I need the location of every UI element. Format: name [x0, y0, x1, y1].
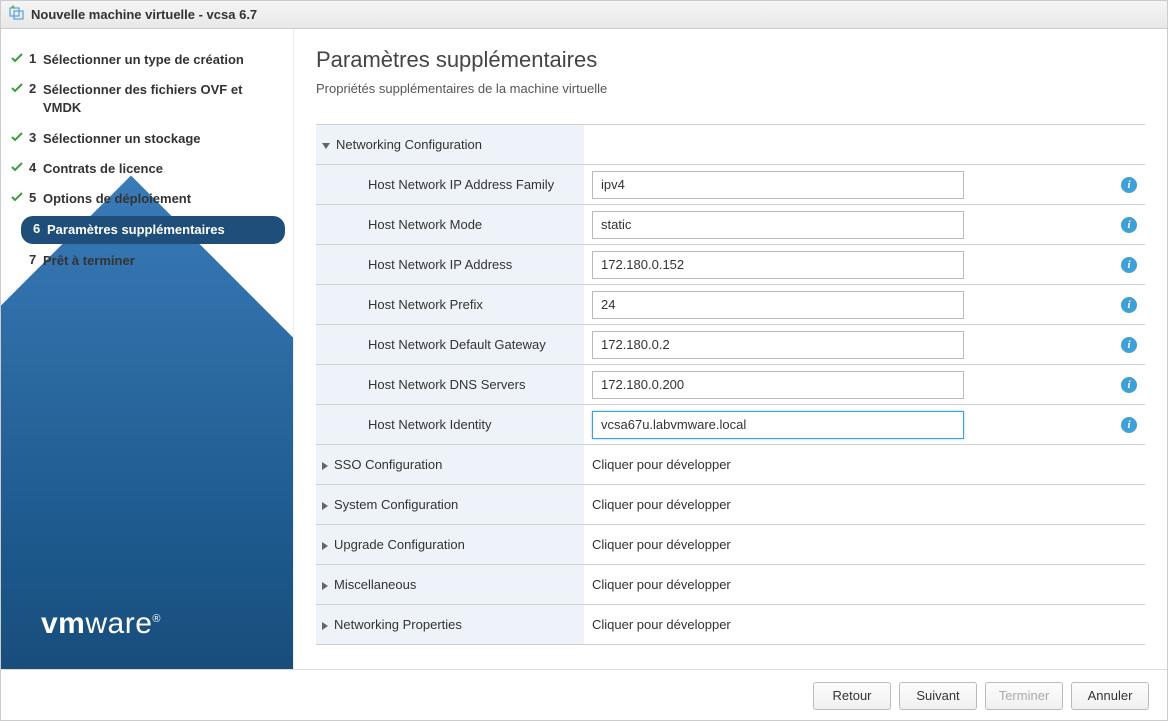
info-icon[interactable]: i — [1121, 257, 1137, 273]
step-5[interactable]: 5 Options de déploiement — [1, 184, 293, 214]
section-label: Miscellaneous — [334, 577, 416, 592]
ip-family-input[interactable] — [592, 171, 964, 199]
finish-button: Terminer — [985, 682, 1063, 710]
step-3[interactable]: 3 Sélectionner un stockage — [1, 124, 293, 154]
page-subtitle: Propriétés supplémentaires de la machine… — [316, 81, 1145, 96]
content-panel: Paramètres supplémentaires Propriétés su… — [293, 29, 1167, 669]
field-label: Host Network Mode — [368, 217, 482, 232]
field-ip-address: Host Network IP Address i — [316, 245, 1145, 285]
step-label: Sélectionner un stockage — [43, 130, 281, 148]
field-network-mode: Host Network Mode i — [316, 205, 1145, 245]
field-label: Host Network DNS Servers — [368, 377, 525, 392]
field-dns-servers: Host Network DNS Servers i — [316, 365, 1145, 405]
step-2[interactable]: 2 Sélectionner des fichiers OVF et VMDK — [1, 75, 293, 123]
cancel-button[interactable]: Annuler — [1071, 682, 1149, 710]
step-label: Options de déploiement — [43, 190, 281, 208]
step-number: 2 — [29, 81, 43, 96]
info-icon[interactable]: i — [1121, 217, 1137, 233]
section-system-configuration[interactable]: System Configuration Cliquer pour dévelo… — [316, 485, 1145, 525]
expand-hint: Cliquer pour développer — [592, 577, 731, 592]
field-label: Host Network IP Address — [368, 257, 512, 272]
chevron-right-icon — [322, 622, 328, 630]
section-label: Networking Configuration — [336, 137, 482, 152]
properties-table: Networking Configuration Host Network IP… — [316, 124, 1145, 645]
expand-hint: Cliquer pour développer — [592, 457, 731, 472]
field-network-identity: Host Network Identity i — [316, 405, 1145, 445]
window-titlebar: Nouvelle machine virtuelle - vcsa 6.7 — [1, 1, 1167, 29]
step-label: Contrats de licence — [43, 160, 281, 178]
field-label: Host Network IP Address Family — [368, 177, 554, 192]
step-number: 1 — [29, 51, 43, 66]
chevron-down-icon — [322, 143, 330, 149]
check-icon — [11, 191, 29, 206]
step-label: Paramètres supplémentaires — [47, 221, 273, 239]
section-label: Upgrade Configuration — [334, 537, 465, 552]
network-mode-input[interactable] — [592, 211, 964, 239]
field-label: Host Network Identity — [368, 417, 492, 432]
back-button[interactable]: Retour — [813, 682, 891, 710]
wizard-steps: 1 Sélectionner un type de création 2 Sél… — [1, 29, 293, 293]
default-gateway-input[interactable] — [592, 331, 964, 359]
chevron-right-icon — [322, 542, 328, 550]
vmware-logo: vmware® — [41, 607, 161, 641]
section-label: Networking Properties — [334, 617, 462, 632]
check-icon — [11, 52, 29, 67]
chevron-right-icon — [322, 462, 328, 470]
field-default-gateway: Host Network Default Gateway i — [316, 325, 1145, 365]
section-label: System Configuration — [334, 497, 458, 512]
step-label: Sélectionner un type de création — [43, 51, 281, 69]
window-title: Nouvelle machine virtuelle - vcsa 6.7 — [31, 7, 257, 22]
vm-icon — [9, 5, 25, 24]
info-icon[interactable]: i — [1121, 177, 1137, 193]
chevron-right-icon — [322, 582, 328, 590]
page-title: Paramètres supplémentaires — [316, 47, 1145, 73]
field-label: Host Network Default Gateway — [368, 337, 546, 352]
check-icon — [11, 82, 29, 97]
field-ip-family: Host Network IP Address Family i — [316, 165, 1145, 205]
network-identity-input[interactable] — [592, 411, 964, 439]
step-4[interactable]: 4 Contrats de licence — [1, 154, 293, 184]
section-miscellaneous[interactable]: Miscellaneous Cliquer pour développer — [316, 565, 1145, 605]
step-label: Sélectionner des fichiers OVF et VMDK — [43, 81, 281, 117]
step-label: Prêt à terminer — [43, 252, 281, 270]
info-icon[interactable]: i — [1121, 417, 1137, 433]
section-label: SSO Configuration — [334, 457, 442, 472]
step-7[interactable]: 7 Prêt à terminer — [1, 246, 293, 276]
section-sso-configuration[interactable]: SSO Configuration Cliquer pour développe… — [316, 445, 1145, 485]
field-label: Host Network Prefix — [368, 297, 483, 312]
step-6[interactable]: 6 Paramètres supplémentaires — [21, 216, 285, 244]
info-icon[interactable]: i — [1121, 297, 1137, 313]
check-icon — [11, 131, 29, 146]
step-1[interactable]: 1 Sélectionner un type de création — [1, 45, 293, 75]
ip-address-input[interactable] — [592, 251, 964, 279]
step-number: 4 — [29, 160, 43, 175]
section-networking-properties[interactable]: Networking Properties Cliquer pour dével… — [316, 605, 1145, 645]
check-icon — [11, 161, 29, 176]
expand-hint: Cliquer pour développer — [592, 497, 731, 512]
section-networking-configuration[interactable]: Networking Configuration — [316, 125, 1145, 165]
expand-hint: Cliquer pour développer — [592, 537, 731, 552]
expand-hint: Cliquer pour développer — [592, 617, 731, 632]
dns-servers-input[interactable] — [592, 371, 964, 399]
step-number: 5 — [29, 190, 43, 205]
field-network-prefix: Host Network Prefix i — [316, 285, 1145, 325]
step-number: 7 — [29, 252, 43, 267]
info-icon[interactable]: i — [1121, 337, 1137, 353]
info-icon[interactable]: i — [1121, 377, 1137, 393]
step-number: 6 — [33, 221, 47, 236]
step-number: 3 — [29, 130, 43, 145]
chevron-right-icon — [322, 502, 328, 510]
wizard-footer: Retour Suivant Terminer Annuler — [1, 669, 1167, 721]
network-prefix-input[interactable] — [592, 291, 964, 319]
section-upgrade-configuration[interactable]: Upgrade Configuration Cliquer pour dével… — [316, 525, 1145, 565]
wizard-sidebar: 1 Sélectionner un type de création 2 Sél… — [1, 29, 293, 669]
next-button[interactable]: Suivant — [899, 682, 977, 710]
